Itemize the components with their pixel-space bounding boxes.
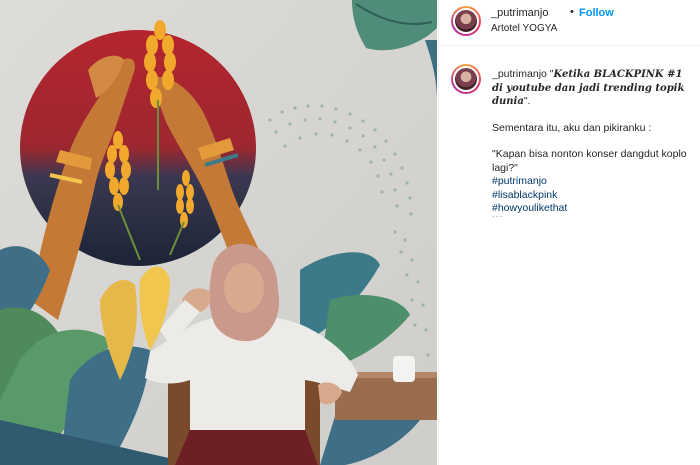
caption-username-link[interactable]: _putrimanjo xyxy=(492,68,547,80)
mural-illustration xyxy=(0,0,437,465)
post-sidebar: _putrimanjo • Follow Artotel YOGYA _putr… xyxy=(438,0,700,465)
caption-quote-close: ". xyxy=(523,95,531,107)
profile-avatar[interactable] xyxy=(451,6,481,36)
caption-more-dots: ... xyxy=(492,209,504,220)
post-photo[interactable] xyxy=(0,0,437,465)
separator-dot: • xyxy=(570,6,574,18)
hashtag-link[interactable]: #howyoulikethat xyxy=(492,202,692,216)
location-link[interactable]: Artotel YOGYA xyxy=(491,23,557,34)
avatar-image xyxy=(453,66,479,92)
username-link[interactable]: _putrimanjo xyxy=(491,7,548,19)
post-caption: _putrimanjo "Ketika BLACKPINK #1 di yout… xyxy=(492,68,692,216)
hashtag-link[interactable]: #putrimanjo xyxy=(492,175,692,189)
post-header: _putrimanjo • Follow Artotel YOGYA xyxy=(439,0,700,46)
caption-line-3: "Kapan bisa nonton konser dangdut koplo … xyxy=(492,148,687,174)
follow-button[interactable]: Follow xyxy=(579,7,614,19)
hashtag-link[interactable]: #lisablackpink xyxy=(492,189,692,203)
caption-first-paragraph: _putrimanjo "Ketika BLACKPINK #1 di yout… xyxy=(492,68,692,109)
avatar-image xyxy=(453,8,479,34)
caption-line-2: Sementara itu, aku dan pikiranku : xyxy=(492,121,652,134)
caption-avatar[interactable] xyxy=(451,64,481,94)
